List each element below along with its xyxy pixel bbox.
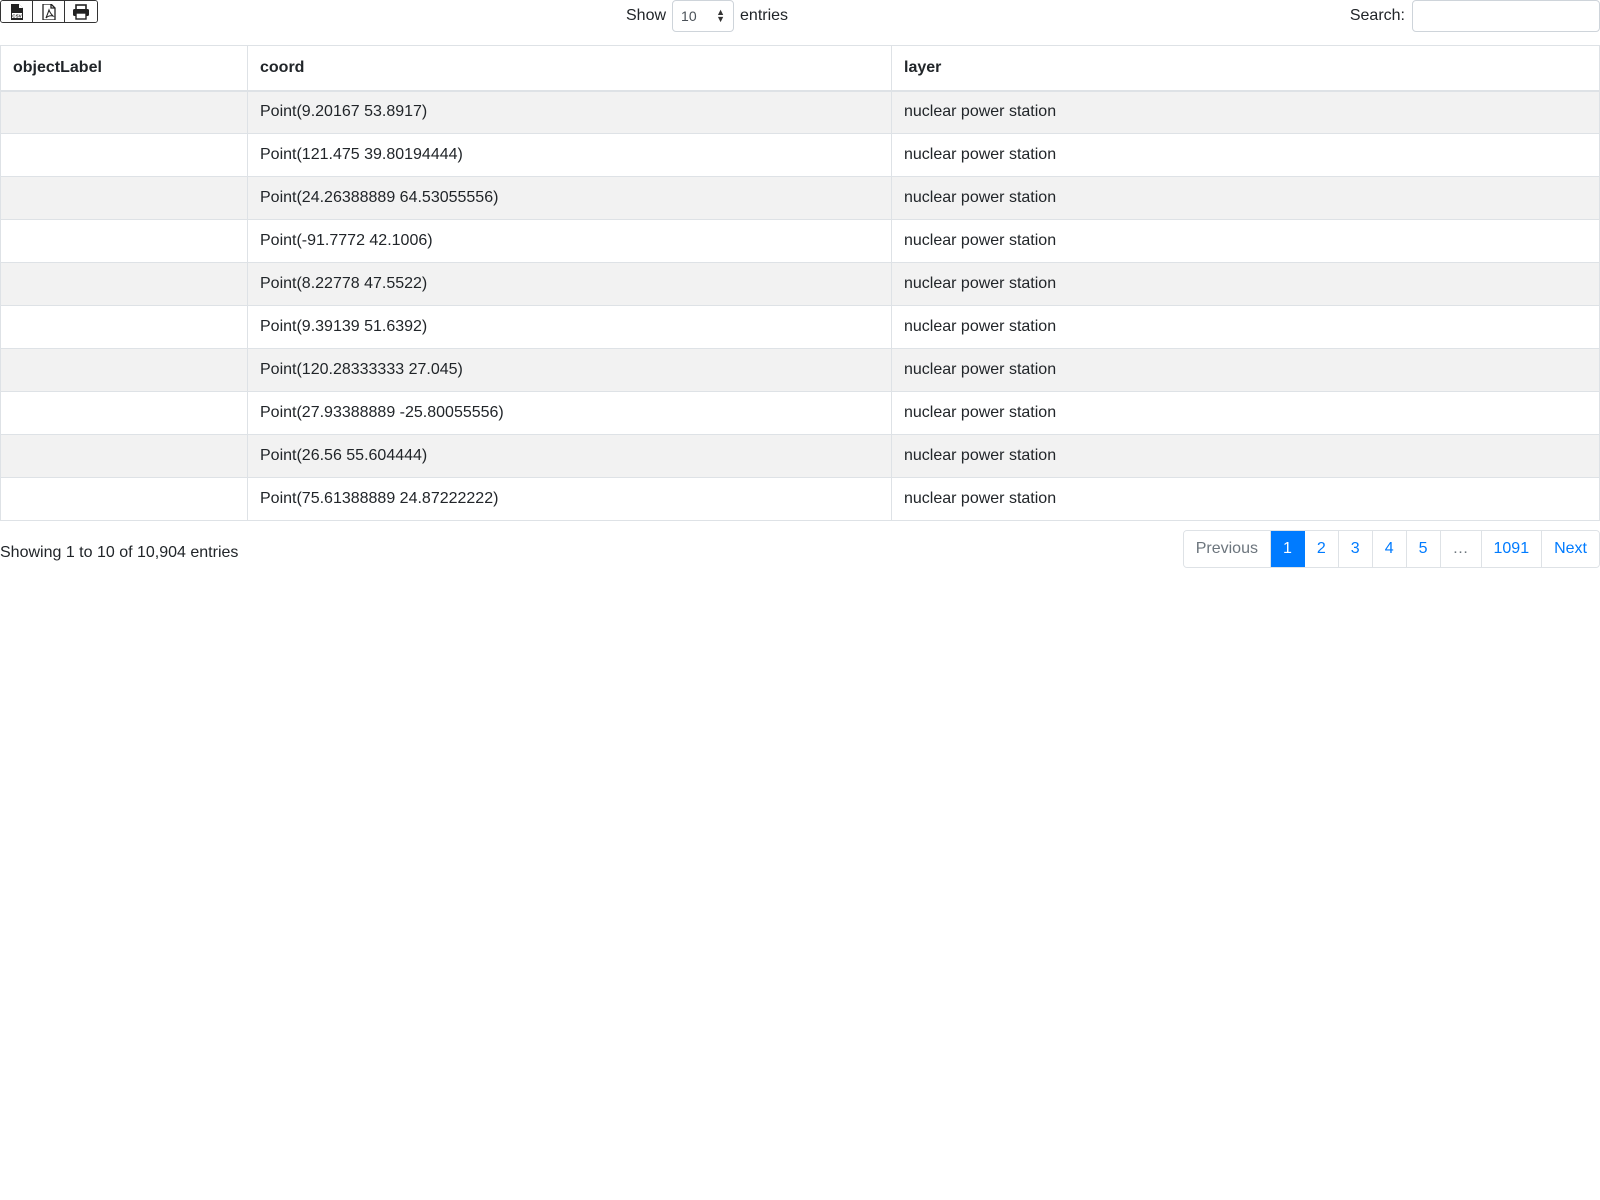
table-row: Point(9.39139 51.6392) nuclear power sta…	[0, 305, 1600, 349]
table-row: Point(26.56 55.604444) nuclear power sta…	[0, 434, 1600, 478]
cell-layer: nuclear power station	[891, 477, 1600, 521]
next-page-button[interactable]: Next	[1542, 531, 1599, 567]
cell-layer: nuclear power station	[891, 434, 1600, 478]
page-button-2[interactable]: 2	[1304, 531, 1339, 567]
cell-objectlabel	[0, 434, 248, 478]
entries-label: entries	[740, 7, 789, 24]
cell-objectlabel	[0, 348, 248, 392]
page-length-control: Show 10 ▲ ▼ entries	[626, 0, 788, 32]
page-button-1[interactable]: 1	[1270, 531, 1305, 567]
pagination: Previous 1 2 3 4 5 … 1091 Next	[1182, 530, 1600, 568]
table-row: Point(8.22778 47.5522) nuclear power sta…	[0, 262, 1600, 306]
export-pdf-button[interactable]	[33, 1, 65, 22]
table-row: Point(75.61388889 24.87222222) nuclear p…	[0, 477, 1600, 521]
cell-coord: Point(26.56 55.604444)	[247, 434, 892, 478]
cell-coord: Point(75.61388889 24.87222222)	[247, 477, 892, 521]
table-info: Showing 1 to 10 of 10,904 entries	[0, 544, 239, 561]
table-row: Point(121.475 39.80194444) nuclear power…	[0, 133, 1600, 177]
export-button-group: CSV	[0, 0, 98, 23]
table-row: Point(24.26388889 64.53055556) nuclear p…	[0, 176, 1600, 220]
svg-text:CSV: CSV	[12, 13, 22, 18]
cell-layer: nuclear power station	[891, 219, 1600, 263]
cell-coord: Point(24.26388889 64.53055556)	[247, 176, 892, 220]
search-control: Search:	[1350, 0, 1600, 32]
page-button-last[interactable]: 1091	[1481, 531, 1543, 567]
page-length-value: 10	[681, 8, 697, 24]
column-header-coord[interactable]: coord	[247, 45, 892, 92]
cell-objectlabel	[0, 262, 248, 306]
csv-file-icon: CSV	[10, 3, 24, 20]
column-header-layer[interactable]: layer	[891, 45, 1600, 92]
page-button-3[interactable]: 3	[1338, 531, 1373, 567]
table-row: Point(120.28333333 27.045) nuclear power…	[0, 348, 1600, 392]
cell-objectlabel	[0, 477, 248, 521]
cell-layer: nuclear power station	[891, 133, 1600, 177]
cell-layer: nuclear power station	[891, 262, 1600, 306]
select-arrows-icon: ▲ ▼	[716, 7, 726, 24]
cell-coord: Point(8.22778 47.5522)	[247, 262, 892, 306]
results-table: objectLabel coord layer Point(9.20167 53…	[0, 45, 1600, 521]
cell-objectlabel	[0, 90, 248, 134]
show-label: Show	[626, 7, 667, 24]
pdf-file-icon	[41, 3, 56, 20]
page-length-select[interactable]: 10 ▲ ▼	[672, 0, 735, 32]
cell-objectlabel	[0, 219, 248, 263]
page-button-4[interactable]: 4	[1372, 531, 1407, 567]
export-csv-button[interactable]: CSV	[1, 1, 33, 22]
cell-coord: Point(121.475 39.80194444)	[247, 133, 892, 177]
cell-objectlabel	[0, 133, 248, 177]
cell-layer: nuclear power station	[891, 176, 1600, 220]
page-ellipsis: …	[1440, 531, 1482, 567]
cell-coord: Point(9.39139 51.6392)	[247, 305, 892, 349]
table-header-row: objectLabel coord layer	[0, 45, 1600, 92]
page-button-5[interactable]: 5	[1406, 531, 1441, 567]
cell-coord: Point(-91.7772 42.1006)	[247, 219, 892, 263]
cell-coord: Point(9.20167 53.8917)	[247, 90, 892, 134]
cell-objectlabel	[0, 305, 248, 349]
print-button[interactable]	[65, 1, 97, 22]
cell-layer: nuclear power station	[891, 305, 1600, 349]
datatable-page: CSV Show 10 ▲ ▼ entries Search: objectLa…	[0, 0, 1600, 1200]
cell-coord: Point(27.93388889 -25.80055556)	[247, 391, 892, 435]
previous-page-button[interactable]: Previous	[1183, 531, 1271, 567]
table-row: Point(-91.7772 42.1006) nuclear power st…	[0, 219, 1600, 263]
table-row: Point(27.93388889 -25.80055556) nuclear …	[0, 391, 1600, 435]
cell-layer: nuclear power station	[891, 90, 1600, 134]
column-header-objectlabel[interactable]: objectLabel	[0, 45, 248, 92]
cell-coord: Point(120.28333333 27.045)	[247, 348, 892, 392]
search-input[interactable]	[1412, 0, 1600, 32]
table-row: Point(9.20167 53.8917) nuclear power sta…	[0, 90, 1600, 134]
cell-layer: nuclear power station	[891, 348, 1600, 392]
cell-layer: nuclear power station	[891, 391, 1600, 435]
cell-objectlabel	[0, 176, 248, 220]
cell-objectlabel	[0, 391, 248, 435]
print-icon	[72, 3, 90, 20]
search-label: Search:	[1349, 7, 1405, 24]
